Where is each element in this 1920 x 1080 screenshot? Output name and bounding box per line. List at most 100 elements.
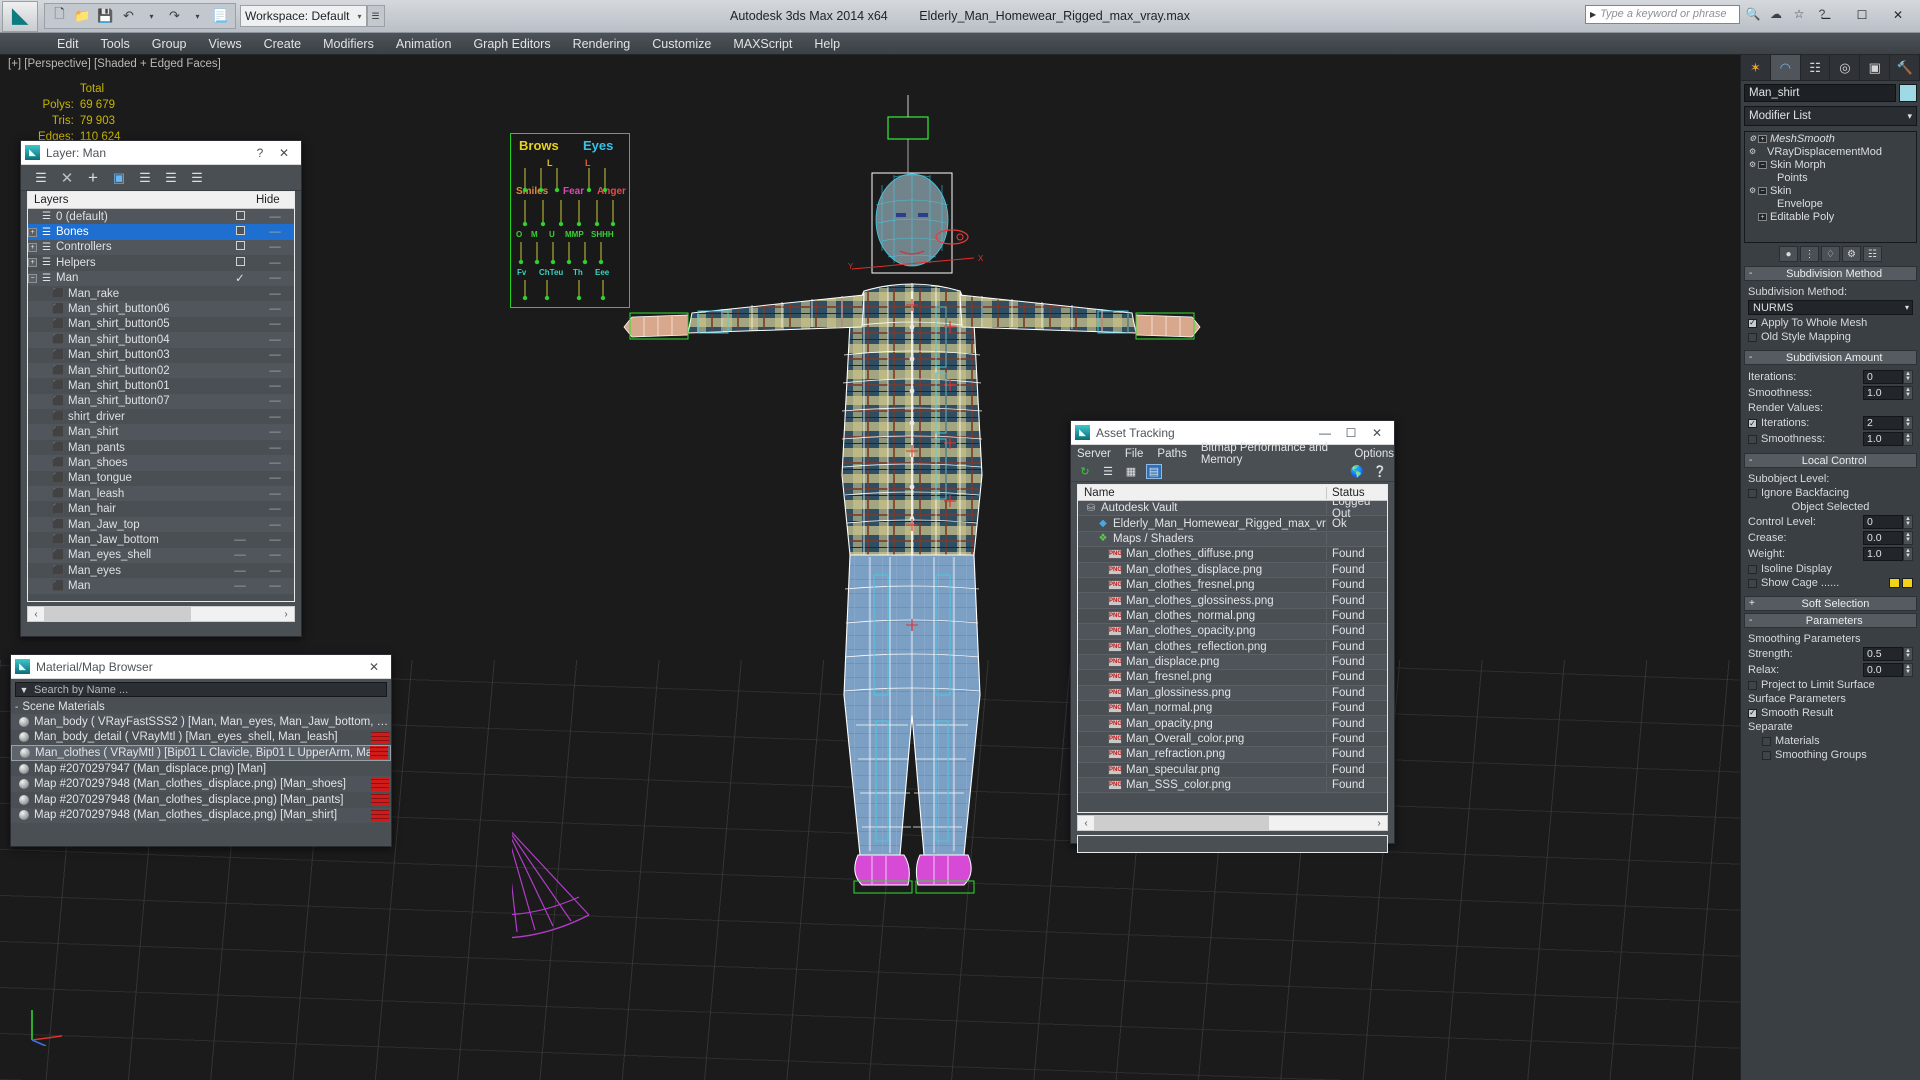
strength-value[interactable]: 0.5 xyxy=(1863,647,1903,661)
asset-row[interactable]: PNG Man_SSS_color.png Found xyxy=(1078,778,1387,794)
layer-row[interactable]: + ☰ Controllers — xyxy=(28,239,294,256)
hide-checkbox[interactable] xyxy=(235,241,245,251)
layer-row[interactable]: − ☰ Man ✓ — xyxy=(28,270,294,286)
asset-row[interactable]: PNG Man_clothes_glossiness.png Found xyxy=(1078,593,1387,609)
layer-dialog-titlebar[interactable]: ◣ Layer: Man ? ✕ xyxy=(21,141,301,165)
layer-row[interactable]: + ☰ Bones — xyxy=(28,224,294,240)
layer-row[interactable]: ⬛ shirt_driver — xyxy=(28,409,294,425)
render-iterations-checkbox[interactable]: ✓ xyxy=(1748,418,1757,428)
layer-freeze-cell[interactable]: — xyxy=(256,349,294,361)
layer-expander-icon[interactable]: − xyxy=(28,273,37,283)
asset-scroll-left-icon[interactable]: ‹ xyxy=(1078,818,1094,829)
modifier-enable-bulb-icon[interactable]: ⚙ xyxy=(1749,147,1758,156)
layer-explorer-dialog[interactable]: ◣ Layer: Man ? ✕ ☰ ✕ + ▣ ☰ ☰ ☰ Layers Hi… xyxy=(20,140,302,637)
modifier-expander-icon[interactable]: − xyxy=(1758,186,1767,195)
scroll-thumb[interactable] xyxy=(44,607,192,621)
materials-checkbox[interactable]: Materials xyxy=(1762,735,1913,747)
select-highlighted-icon[interactable]: ☰ xyxy=(137,170,153,186)
rollout-header-parameters[interactable]: - Parameters xyxy=(1744,613,1917,628)
layer-dialog-help-button[interactable]: ? xyxy=(249,146,271,160)
asset-tracking-dialog[interactable]: ◣ Asset Tracking — ☐ ✕ Server File Paths Bi… xyxy=(1070,420,1395,853)
relax-spinner[interactable]: 0.0 ▲ ▼ xyxy=(1863,663,1913,677)
layer-row[interactable]: ⬛ Man_hair — xyxy=(28,501,294,517)
favorites-icon[interactable]: ☆ xyxy=(1789,4,1809,24)
asset-row[interactable]: ◆ Elderly_Man_Homewear_Rigged_max_vray.ma… xyxy=(1078,516,1387,532)
modifier-list-dropdown[interactable]: Modifier List ▾ xyxy=(1744,106,1917,126)
menu-maxscript[interactable]: MAXScript xyxy=(722,33,803,55)
layer-horizontal-scrollbar[interactable]: ‹ › xyxy=(27,606,295,622)
cage-color-chip-1[interactable] xyxy=(1889,578,1900,588)
asset-rows-container[interactable]: ⛁ Autodesk Vault Logged Out ◆ Elderly_Man_Ho… xyxy=(1078,501,1387,812)
modifier-expander-icon[interactable]: + xyxy=(1758,134,1767,143)
layer-row[interactable]: ☰ 0 (default) — xyxy=(28,209,294,225)
layer-row[interactable]: ⬛ Man_shoes — xyxy=(28,455,294,471)
menu-customize[interactable]: Customize xyxy=(641,33,722,55)
layer-row[interactable]: ⬛ Man_Jaw_top — xyxy=(28,516,294,533)
modify-tab[interactable]: ◠ xyxy=(1770,55,1801,80)
render-smoothness-value[interactable]: 1.0 xyxy=(1863,432,1903,446)
layer-freeze-cell[interactable]: — xyxy=(256,226,294,238)
smoothness-value[interactable]: 1.0 xyxy=(1863,386,1903,400)
asset-menu-options[interactable]: Options xyxy=(1354,448,1394,460)
filter-icon[interactable]: ▼ xyxy=(16,685,32,695)
layer-hide-cell[interactable] xyxy=(224,256,256,269)
hide-check-icon[interactable]: ✓ xyxy=(235,273,245,285)
remove-modifier-icon[interactable]: ⚙ xyxy=(1842,246,1861,262)
layer-hide-cell[interactable]: — xyxy=(224,580,256,592)
layer-row[interactable]: ⬛ Man_shirt_button04 — xyxy=(28,332,294,348)
close-button[interactable]: ✕ xyxy=(1880,2,1916,28)
refresh-icon[interactable]: ↻ xyxy=(1077,464,1093,479)
asset-row[interactable]: ⛁ Autodesk Vault Logged Out xyxy=(1078,501,1387,520)
material-row[interactable]: Map #2070297948 (Man_clothes_displace.pn… xyxy=(11,792,391,808)
spinner-arrows-icon[interactable]: ▲ ▼ xyxy=(1903,386,1913,400)
group-expander-icon[interactable]: - xyxy=(15,702,18,713)
scroll-right-icon[interactable]: › xyxy=(278,609,294,620)
set-project-icon[interactable]: 📃 xyxy=(210,6,231,27)
modifier-enable-bulb-icon[interactable]: ⚙ xyxy=(1749,134,1758,143)
spinner-arrows-icon[interactable]: ▲ ▼ xyxy=(1903,416,1913,430)
undo-icon[interactable]: ↶ xyxy=(118,6,139,27)
spinner-arrows-icon[interactable]: ▲ ▼ xyxy=(1903,370,1913,384)
spinner-arrows-icon[interactable]: ▲ ▼ xyxy=(1903,515,1913,529)
spinner-arrows-icon[interactable]: ▲ ▼ xyxy=(1903,547,1913,561)
scene-materials-group-header[interactable]: - Scene Materials xyxy=(11,700,391,714)
asset-row[interactable]: ❖ Maps / Shaders xyxy=(1078,531,1387,548)
iterations-value[interactable]: 0 xyxy=(1863,370,1903,384)
scroll-left-icon[interactable]: ‹ xyxy=(28,609,44,620)
cage-color-chip-2[interactable] xyxy=(1902,578,1913,588)
modifier-expander-icon[interactable]: − xyxy=(1758,160,1767,169)
strength-spinner[interactable]: 0.5 ▲ ▼ xyxy=(1863,647,1913,661)
create-tab[interactable]: ✶ xyxy=(1741,55,1771,80)
render-smoothness-checkbox[interactable] xyxy=(1748,434,1757,444)
workspace-selector[interactable]: Workspace: Default ▾ xyxy=(240,5,367,27)
layer-expander-icon[interactable]: + xyxy=(28,258,37,268)
highlight-selected-icon[interactable]: ☰ xyxy=(163,170,179,186)
layer-freeze-cell[interactable]: — xyxy=(256,472,294,484)
asset-scroll-thumb[interactable] xyxy=(1094,816,1269,830)
asset-row[interactable]: PNG Man_clothes_diffuse.png Found xyxy=(1078,547,1387,563)
layer-freeze-cell[interactable]: — xyxy=(256,318,294,330)
modifier-stack-item[interactable]: ⚙ + MeshSmooth xyxy=(1745,132,1916,145)
layer-hide-cell[interactable] xyxy=(224,241,256,253)
layer-row[interactable]: ⬛ Man_shirt_button05 — xyxy=(28,316,294,333)
relax-value[interactable]: 0.0 xyxy=(1863,663,1903,677)
iterations-spinner[interactable]: 0 ▲ ▼ xyxy=(1863,370,1913,384)
layer-freeze-cell[interactable]: — xyxy=(256,411,294,423)
layer-freeze-cell[interactable]: — xyxy=(256,549,294,561)
asset-row[interactable]: PNG Man_clothes_normal.png Found xyxy=(1078,608,1387,625)
asset-horizontal-scrollbar[interactable]: ‹ › xyxy=(1077,815,1388,831)
layer-hide-cell[interactable]: — xyxy=(224,565,256,577)
utilities-tab[interactable]: 🔨 xyxy=(1890,55,1920,80)
layer-row[interactable]: ⬛ Man_eyes — — xyxy=(28,562,294,579)
select-objects-icon[interactable]: ▣ xyxy=(111,170,127,186)
rollout-expander-icon[interactable]: - xyxy=(1749,455,1752,466)
layer-row[interactable]: ⬛ Man_pants — xyxy=(28,439,294,456)
modifier-stack-item[interactable]: Points xyxy=(1745,171,1916,184)
old-style-mapping-checkbox[interactable]: Old Style Mapping xyxy=(1748,331,1913,343)
layer-freeze-cell[interactable]: — xyxy=(256,395,294,407)
layer-freeze-cell[interactable]: — xyxy=(256,488,294,500)
open-file-icon[interactable]: 📁 xyxy=(72,6,93,27)
menu-views[interactable]: Views xyxy=(197,33,252,55)
asset-menu-paths[interactable]: Paths xyxy=(1157,448,1186,460)
motion-tab[interactable]: ◎ xyxy=(1830,55,1861,80)
